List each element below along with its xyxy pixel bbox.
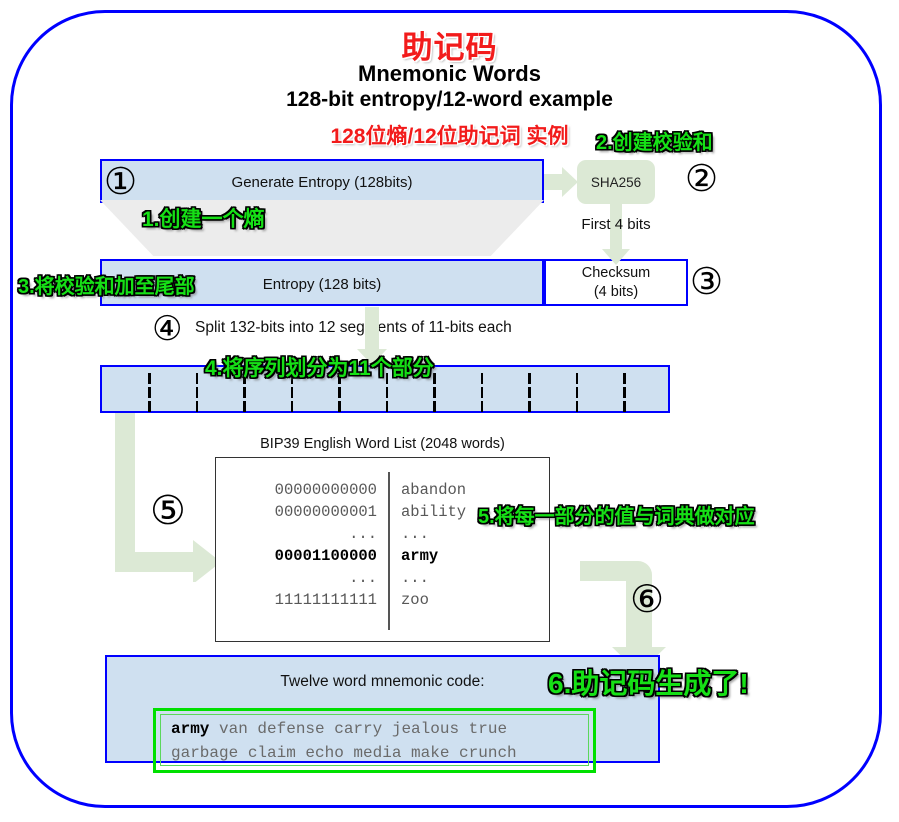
split-instruction-label: Split 132-bits into 12 segments of 11-bi…	[195, 319, 512, 336]
bip39-wordlist-box: 00000000000 abandon 00000000001 ability....…	[215, 457, 550, 642]
segment-divider-dash	[623, 373, 626, 384]
wordlist-row-code: ...	[349, 525, 377, 543]
wordlist-row-code: 00000000001	[274, 503, 377, 521]
segment-divider-dash	[243, 401, 246, 412]
generate-entropy-box: Generate Entropy (128bits)	[100, 159, 544, 203]
mnemonic-line2: garbage claim echo media make crunch	[171, 744, 517, 762]
segment-divider-dash	[480, 387, 484, 398]
annotation-step-3: 3.将校验和加至尾部	[18, 276, 195, 298]
wordlist-row-word: zoo	[401, 591, 429, 609]
wordlist-row-code: ...	[349, 569, 377, 587]
wordlist-caption: BIP39 English Word List (2048 words)	[260, 436, 505, 452]
step-2-circled-number: ②	[685, 157, 719, 200]
segment-divider-dash	[623, 387, 626, 398]
diagram-canvas: 助记码 Mnemonic Words 128-bit entropy/12-wo…	[0, 0, 899, 822]
segment-divider-dash	[148, 373, 151, 384]
wordlist-row: ......	[216, 567, 549, 589]
annotation-step-1: 1.创建一个熵	[142, 208, 265, 231]
sha256-label: SHA256	[590, 174, 642, 190]
segment-divider-dash	[195, 387, 199, 398]
first-4-bits-label: First 4 bits	[581, 216, 651, 233]
step-6-circled-number: ⑥	[630, 577, 665, 621]
annotation-step-2: 2.创建校验和	[596, 132, 713, 154]
step-4-circled-number: ④	[152, 309, 183, 349]
mnemonic-first-word: army	[171, 720, 210, 738]
segment-divider-dash	[195, 373, 199, 384]
annotation-step-6: 6.助记码生成了!	[548, 668, 749, 699]
page-title-english: Mnemonic Words	[358, 61, 541, 86]
wordlist-row: 00001100000 army	[216, 545, 549, 567]
step-5-circled-number: ⑤	[150, 488, 186, 534]
wordlist-row-word: army	[401, 547, 439, 565]
segment-divider-dash	[480, 401, 484, 412]
page-subtitle-english: 128-bit entropy/12-word example	[286, 88, 613, 111]
segment-divider-dash	[575, 373, 579, 384]
mnemonic-line1-rest: van defense carry jealous true	[209, 720, 508, 738]
segment-divider-dash	[480, 373, 484, 384]
generate-entropy-label: Generate Entropy (128bits)	[231, 174, 413, 191]
segment-divider-dash	[433, 387, 436, 398]
segment-divider-dash	[290, 401, 294, 412]
segment-divider-dash	[575, 387, 579, 398]
segment-divider-dash	[528, 401, 531, 412]
segment-divider-dash	[433, 401, 436, 412]
mnemonic-words-text: army van defense carry jealous true garb…	[160, 714, 589, 766]
annotation-step-5: 5.将每一部分的值与词典做对应	[478, 506, 755, 528]
arrow-sha256-to-checksum	[602, 201, 630, 265]
wordlist-row-word: ...	[401, 569, 429, 587]
segment-divider-dash	[385, 401, 389, 412]
segment-divider-dash	[290, 387, 294, 398]
segment-divider-dash	[623, 401, 626, 412]
annotation-step-4: 4.将序列划分为11个部分	[205, 357, 434, 380]
wordlist-row-code: 00001100000	[274, 547, 377, 565]
segment-divider-dash	[243, 387, 246, 398]
checksum-label-line2: (4 bits)	[593, 284, 639, 300]
sha256-node: SHA256	[577, 160, 655, 204]
arrow-entropy-to-sha256	[544, 167, 578, 197]
wordlist-table: 00000000000 abandon 00000000001 ability....…	[216, 479, 549, 611]
segment-divider-dash	[528, 387, 531, 398]
wordlist-row-code: 00000000000	[274, 481, 377, 499]
segment-divider-dash	[575, 401, 579, 412]
wordlist-row-code: 11111111111	[274, 591, 377, 609]
wordlist-row-word: abandon	[401, 481, 467, 499]
segment-divider-dash	[385, 387, 389, 398]
segment-divider-dash	[148, 387, 151, 398]
wordlist-row: 11111111111 zoo	[216, 589, 549, 611]
wordlist-row: 00000000000 abandon	[216, 479, 549, 501]
segment-divider-dash	[148, 401, 151, 412]
segment-divider-dash	[338, 401, 341, 412]
segment-divider-dash	[195, 401, 199, 412]
page-subtitle-chinese: 128位熵/12位助记词 实例	[330, 125, 569, 148]
segment-divider-dash	[338, 387, 341, 398]
step-3-circled-number: ③	[690, 260, 724, 303]
segment-divider-dash	[528, 373, 531, 384]
step-1-circled-number: ①	[104, 160, 138, 203]
